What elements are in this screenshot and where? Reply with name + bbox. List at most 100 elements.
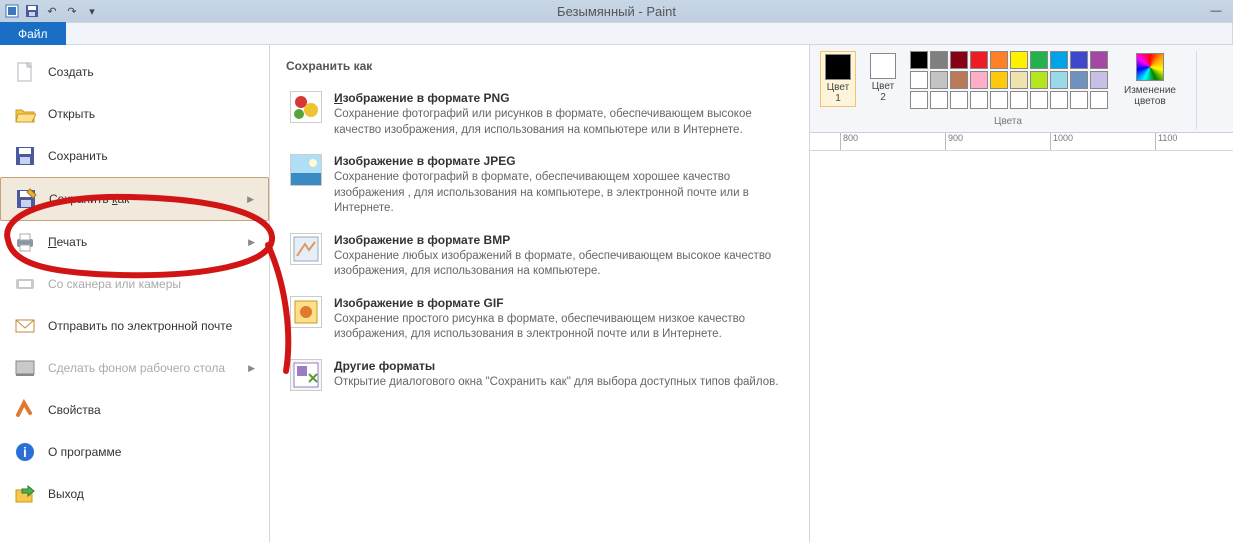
filemenu-wallpaper-label: Сделать фоном рабочего стола — [48, 361, 225, 375]
filemenu-open[interactable]: Открыть — [0, 93, 269, 135]
color-swatch[interactable] — [1010, 71, 1028, 89]
colors-group-label: Цвета — [994, 116, 1022, 127]
filemenu-open-label: Открыть — [48, 107, 95, 121]
horizontal-ruler: 80090010001100 — [810, 133, 1233, 151]
saveas-png[interactable]: Изображение в формате PNGСохранение фото… — [286, 83, 793, 146]
color-swatch[interactable] — [990, 71, 1008, 89]
filemenu-print-label: Печать — [48, 235, 87, 249]
window-title: Безымянный - Paint — [557, 4, 676, 19]
color-swatch[interactable] — [970, 71, 988, 89]
color-swatch[interactable] — [930, 51, 948, 69]
color-swatch[interactable] — [1070, 71, 1088, 89]
saveas-jpeg[interactable]: Изображение в формате JPEGСохранение фот… — [286, 146, 793, 225]
color-swatch[interactable] — [950, 71, 968, 89]
ruler-tick: 800 — [840, 133, 858, 150]
color-swatch-empty[interactable] — [1070, 91, 1088, 109]
props-icon — [14, 399, 36, 421]
filemenu-saveas[interactable]: Сохранить как ▶ — [0, 177, 269, 221]
ribbon-colors-section: Цвет 1 Цвет 2 Изменение цветов Цвета — [810, 45, 1233, 133]
open-icon — [14, 103, 36, 125]
email-icon — [14, 315, 36, 337]
ruler-tick: 900 — [945, 133, 963, 150]
title-bar: ↶ ↷ ▾ Безымянный - Paint — — [0, 0, 1233, 22]
color-2-selector[interactable]: Цвет 2 — [866, 51, 900, 105]
saveas-bmp[interactable]: Изображение в формате BMP Сохранение любы… — [286, 225, 793, 288]
ribbon-empty — [66, 22, 1233, 45]
qat-save-icon[interactable] — [24, 3, 40, 19]
qat-customize-icon[interactable]: ▾ — [84, 3, 100, 19]
filemenu-saveas-label: Сохранить как — [49, 192, 129, 206]
color-swatch-empty[interactable] — [990, 91, 1008, 109]
filemenu-props[interactable]: Свойства — [0, 389, 269, 431]
saveas-bmp-label: Изображение в формате BMP — [334, 233, 789, 247]
saveas-other-label: Другие форматы — [334, 359, 789, 373]
saveas-gif-label: Изображение в формате GIF — [334, 296, 789, 310]
color-swatch[interactable] — [1030, 71, 1048, 89]
about-icon: i — [14, 441, 36, 463]
filemenu-about[interactable]: iО программе — [0, 431, 269, 473]
minimize-button[interactable]: — — [1203, 2, 1229, 20]
ruler-tick: 1000 — [1050, 133, 1073, 150]
filemenu-email[interactable]: Отправить по электронной почте — [0, 305, 269, 347]
qat-redo-icon[interactable]: ↷ — [64, 3, 80, 19]
filemenu-save[interactable]: Сохранить — [0, 135, 269, 177]
scanner-icon — [14, 273, 36, 295]
qat-undo-icon[interactable]: ↶ — [44, 3, 60, 19]
saveas-other-desc: Открытие диалогового окна "Сохранить как… — [334, 375, 789, 391]
color-swatch[interactable] — [1070, 51, 1088, 69]
filemenu-print[interactable]: Печать ▶ — [0, 221, 269, 263]
color-swatch[interactable] — [910, 71, 928, 89]
color-swatch[interactable] — [1010, 51, 1028, 69]
saveas-png-label: Изображение в формате PNG — [334, 91, 789, 105]
color-swatch[interactable] — [1050, 71, 1068, 89]
color-swatch-empty[interactable] — [1050, 91, 1068, 109]
color-swatch[interactable] — [1090, 51, 1108, 69]
color-swatch[interactable] — [990, 51, 1008, 69]
color-swatch-empty[interactable] — [970, 91, 988, 109]
color-1-selector[interactable]: Цвет 1 — [820, 51, 856, 107]
color-swatch-empty[interactable] — [1030, 91, 1048, 109]
saveas-gif[interactable]: Изображение в формате GIFСохранение прос… — [286, 288, 793, 351]
other-format-icon — [290, 359, 322, 391]
filemenu-new[interactable]: Создать — [0, 51, 269, 93]
color-swatch[interactable] — [1050, 51, 1068, 69]
gif-format-icon — [290, 296, 322, 328]
png-format-icon — [290, 91, 322, 123]
color-swatch[interactable] — [910, 51, 928, 69]
qat-paint-icon[interactable] — [4, 3, 20, 19]
color-swatch-empty[interactable] — [950, 91, 968, 109]
color-1-label: Цвет 1 — [827, 82, 849, 104]
quick-access-toolbar: ↶ ↷ ▾ — [0, 3, 100, 19]
wallpaper-icon — [14, 357, 36, 379]
color-swatch[interactable] — [1090, 71, 1108, 89]
canvas-area[interactable] — [810, 151, 1233, 542]
color-swatch-empty[interactable] — [930, 91, 948, 109]
filemenu-email-label: Отправить по электронной почте — [48, 319, 232, 333]
filemenu-wallpaper: Сделать фоном рабочего стола▶ — [0, 347, 269, 389]
color-palette — [910, 51, 1108, 109]
bmp-format-icon — [290, 233, 322, 265]
saveas-other[interactable]: Другие форматы Открытие диалогового окна … — [286, 351, 793, 399]
submenu-arrow-icon: ▶ — [247, 194, 254, 205]
color-2-label: Цвет 2 — [872, 81, 894, 103]
color-swatch[interactable] — [930, 71, 948, 89]
edit-colors-label: Изменение цветов — [1124, 85, 1176, 107]
edit-colors-button[interactable]: Изменение цветов — [1118, 51, 1182, 109]
color-swatch[interactable] — [970, 51, 988, 69]
color-swatch[interactable] — [950, 51, 968, 69]
color-swatch-empty[interactable] — [910, 91, 928, 109]
submenu-title: Сохранить как — [286, 55, 793, 83]
rainbow-icon — [1136, 53, 1164, 81]
svg-text:i: i — [23, 444, 27, 460]
file-tab[interactable]: Файл — [0, 22, 66, 45]
saveas-bmp-desc: Сохранение любых изображений в формате, … — [334, 249, 789, 280]
submenu-arrow-icon: ▶ — [248, 237, 255, 248]
ribbon-tabs: Файл — [0, 22, 1233, 45]
filemenu-exit[interactable]: Выход — [0, 473, 269, 515]
color-swatch-empty[interactable] — [1090, 91, 1108, 109]
color-swatch[interactable] — [1030, 51, 1048, 69]
print-icon — [14, 231, 36, 253]
save-icon — [14, 145, 36, 167]
color-swatch-empty[interactable] — [1010, 91, 1028, 109]
filemenu-scanner: Со сканера или камеры — [0, 263, 269, 305]
